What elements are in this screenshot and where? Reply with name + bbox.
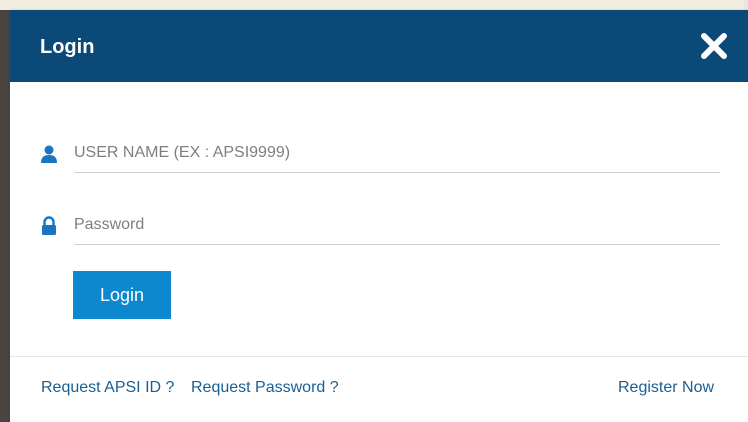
footer-divider <box>10 356 748 357</box>
lock-icon <box>40 216 58 236</box>
user-icon <box>40 144 58 164</box>
close-icon <box>701 33 727 59</box>
register-now-link[interactable]: Register Now <box>618 378 714 398</box>
password-input[interactable] <box>74 206 720 245</box>
modal-title: Login <box>40 36 95 58</box>
username-field-group <box>40 134 722 174</box>
login-modal: Login Login Request APSI ID ? Request Pa… <box>10 10 748 422</box>
close-button[interactable] <box>698 30 730 62</box>
background-left-edge <box>0 0 10 422</box>
request-apsi-id-link[interactable]: Request APSI ID ? <box>41 378 174 398</box>
login-button[interactable]: Login <box>73 271 171 319</box>
request-password-link[interactable]: Request Password ? <box>191 378 339 398</box>
password-field-group <box>40 206 722 246</box>
username-input[interactable] <box>74 134 720 173</box>
modal-header: Login <box>10 10 748 82</box>
